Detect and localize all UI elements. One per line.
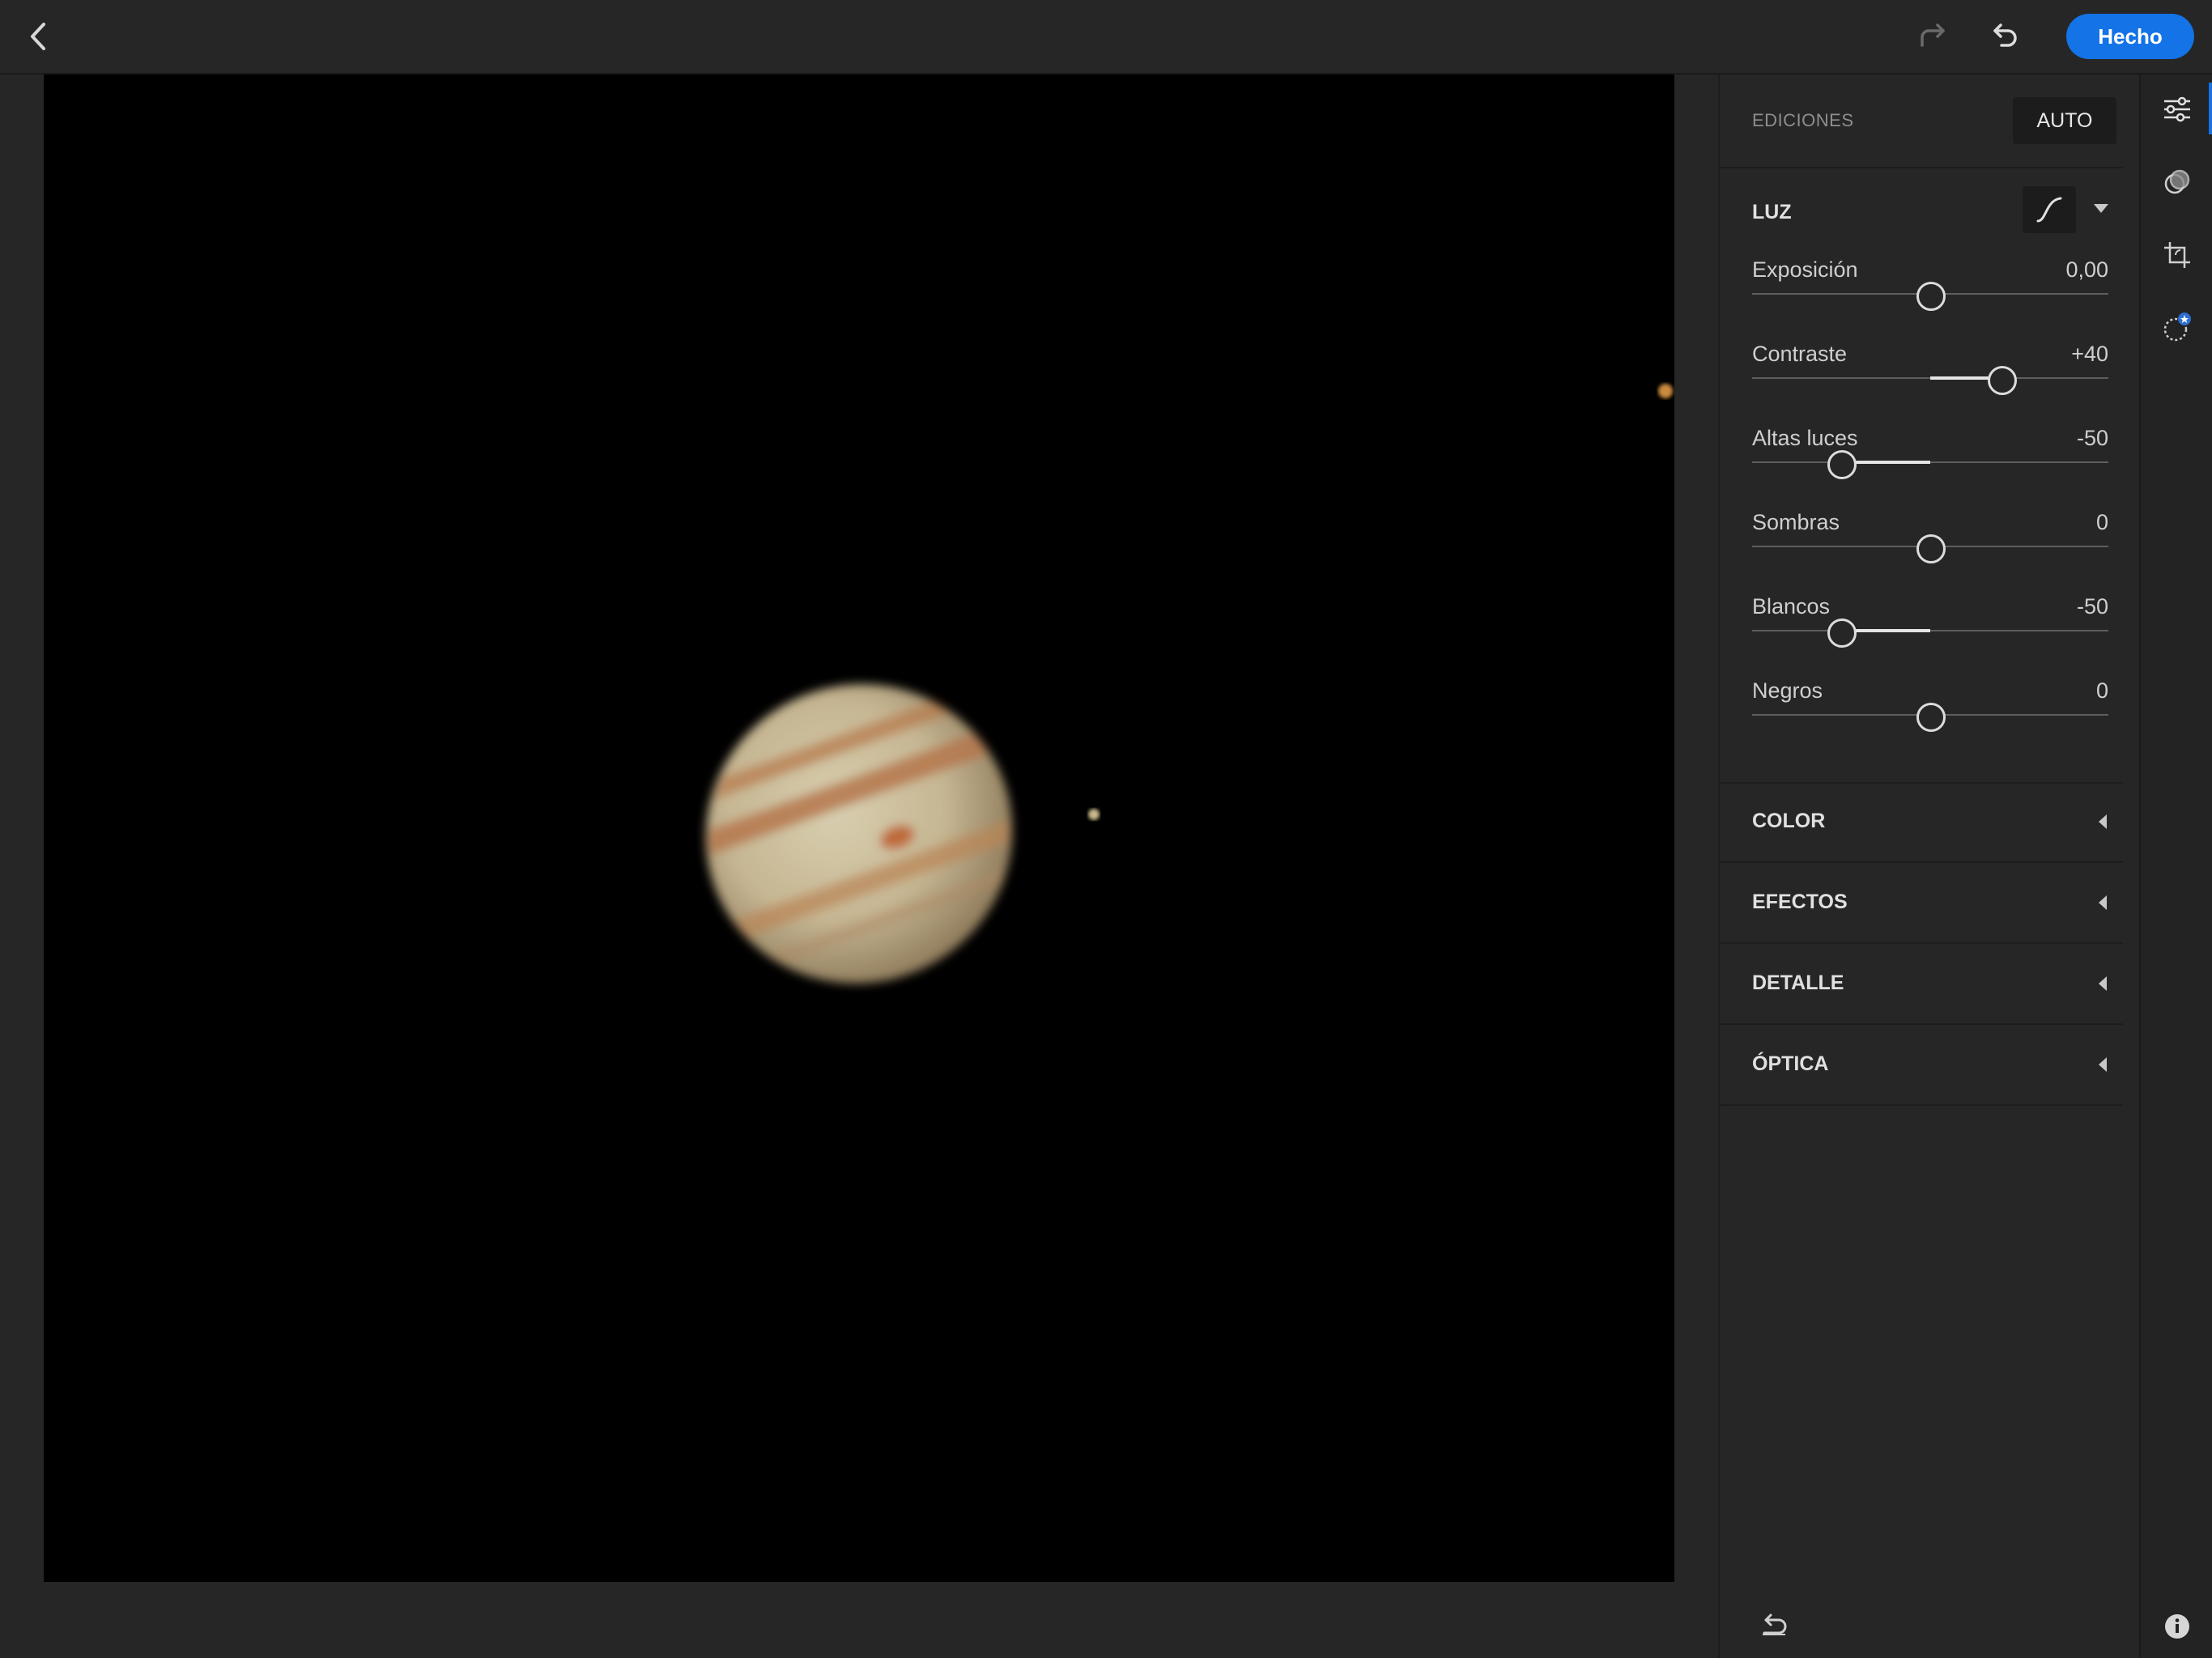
photo-image <box>652 384 1673 987</box>
contrast-thumb[interactable] <box>1988 366 2017 395</box>
tone-curve-button[interactable] <box>2023 186 2076 233</box>
effects-section-title: EFECTOS <box>1752 891 1848 913</box>
panel-title: EDICIONES <box>1752 110 1854 130</box>
presets-tool-button[interactable] <box>2157 162 2197 202</box>
color-section-title: COLOR <box>1752 810 1826 832</box>
selective-tool-button[interactable] <box>2157 308 2197 348</box>
exposure-label: Exposición <box>1752 257 1858 282</box>
collapse-light-icon[interactable] <box>2094 204 2108 213</box>
info-button[interactable] <box>2159 1608 2196 1645</box>
selective-icon <box>2163 312 2191 342</box>
redo-icon <box>1921 23 1945 47</box>
undo-icon <box>1993 23 2017 47</box>
light-section: LUZ Exposición 0,00 Contraste +40 Altas luce… <box>1720 168 2123 784</box>
blacks-slider[interactable]: Negros 0 <box>1752 678 2108 751</box>
detail-section-title: DETALLE <box>1752 971 1844 994</box>
tool-rail <box>2139 74 2212 1658</box>
whites-label: Blancos <box>1752 594 1831 619</box>
detail-section[interactable]: DETALLE <box>1720 944 2123 1025</box>
shadows-thumb[interactable] <box>1916 534 1946 563</box>
light-section-title[interactable]: LUZ <box>1752 201 1792 224</box>
blacks-thumb[interactable] <box>1916 703 1946 732</box>
whites-value: -50 <box>2076 594 2108 619</box>
shadows-label: Sombras <box>1752 510 1840 534</box>
highlights-slider[interactable]: Altas luces -50 <box>1752 426 2108 499</box>
jupiter-photo[interactable] <box>44 74 1674 1582</box>
exposure-thumb[interactable] <box>1916 282 1946 311</box>
optics-section[interactable]: ÓPTICA <box>1720 1025 2123 1106</box>
crop-tool-button[interactable] <box>2157 235 2197 275</box>
panel-header: EDICIONES AUTO <box>1720 74 2123 168</box>
highlights-label: Altas luces <box>1752 426 1858 450</box>
bottom-strip <box>0 1582 1718 1658</box>
contrast-value: +40 <box>2071 342 2108 366</box>
contrast-label: Contraste <box>1752 342 1848 366</box>
whites-track[interactable] <box>1752 630 2108 631</box>
blacks-label: Negros <box>1752 678 1823 703</box>
highlights-track[interactable] <box>1752 461 2108 463</box>
auto-button[interactable]: AUTO <box>2013 97 2116 144</box>
undo-button[interactable] <box>1982 16 2027 57</box>
shadows-value: 0 <box>2095 510 2108 534</box>
shadows-slider[interactable]: Sombras 0 <box>1752 510 2108 583</box>
reset-icon <box>1763 1613 1787 1635</box>
expand-color-icon <box>2099 814 2107 829</box>
whites-thumb[interactable] <box>1827 619 1857 648</box>
expand-detail-icon <box>2099 976 2107 991</box>
chevron-left-icon <box>31 23 45 50</box>
optics-section-title: ÓPTICA <box>1752 1052 1829 1075</box>
effects-section[interactable]: EFECTOS <box>1720 863 2123 944</box>
expand-optics-icon <box>2099 1057 2107 1072</box>
presets-icon <box>2164 169 2190 194</box>
top-bar: Hecho <box>0 0 2212 74</box>
edit-panel: EDICIONES AUTO LUZ Exposición 0,00 Contras… <box>1718 74 2141 1658</box>
color-section[interactable]: COLOR <box>1720 782 2123 863</box>
exposure-slider[interactable]: Exposición 0,00 <box>1752 257 2108 330</box>
back-button[interactable] <box>18 16 58 57</box>
canvas-area <box>0 74 1718 1582</box>
edit-tool-button[interactable] <box>2157 89 2197 130</box>
edit-sliders-icon <box>2164 96 2190 122</box>
info-icon <box>2165 1614 2189 1639</box>
highlights-value: -50 <box>2076 426 2108 450</box>
highlights-thumb[interactable] <box>1827 450 1857 479</box>
crop-icon <box>2164 242 2190 268</box>
reset-button[interactable] <box>1754 1608 1794 1640</box>
redo-button[interactable] <box>1911 16 1956 57</box>
tone-curve-icon <box>2036 197 2062 223</box>
contrast-slider[interactable]: Contraste +40 <box>1752 342 2108 414</box>
expand-effects-icon <box>2099 895 2107 910</box>
blacks-value: 0 <box>2095 678 2108 703</box>
done-button[interactable]: Hecho <box>2066 14 2194 59</box>
exposure-value: 0,00 <box>2065 257 2108 282</box>
whites-slider[interactable]: Blancos -50 <box>1752 594 2108 667</box>
active-tool-indicator <box>2209 83 2212 134</box>
